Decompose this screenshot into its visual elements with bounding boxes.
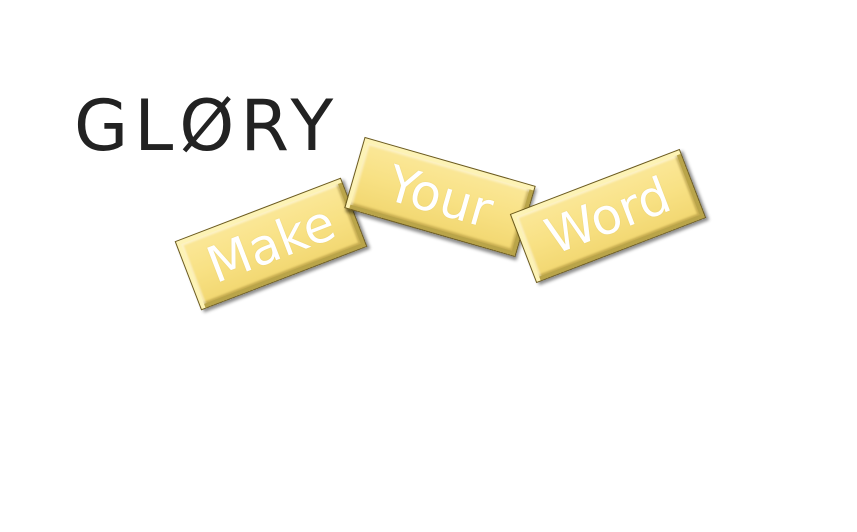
glory-logo-text: GLØRY — [74, 85, 339, 167]
tile-your: Your — [344, 136, 536, 258]
tile-your-label: Your — [380, 154, 500, 240]
tile-word: Word — [509, 148, 707, 284]
tile-make: Make — [174, 177, 368, 311]
canvas: GLØRY Make Your Word — [0, 0, 857, 532]
tile-make-label: Make — [199, 193, 343, 295]
glory-logo: GLØRY — [74, 85, 339, 167]
tile-word-label: Word — [537, 165, 679, 267]
